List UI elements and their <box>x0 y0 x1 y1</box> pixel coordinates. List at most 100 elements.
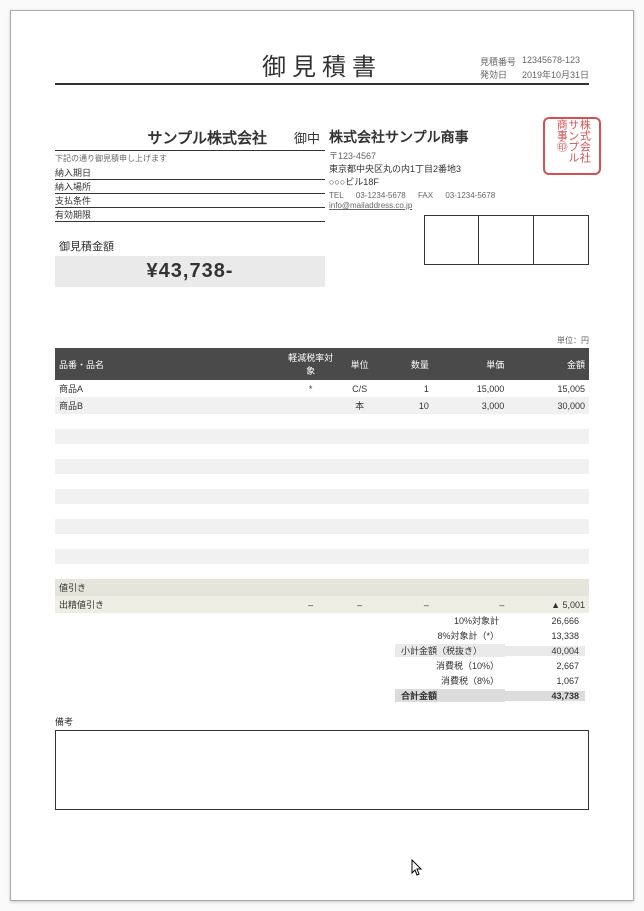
cell-name <box>55 444 281 459</box>
summary-row: 小計金額（税抜き）40,004 <box>55 643 589 658</box>
cell-tax <box>281 534 340 549</box>
stamp-box <box>479 215 534 265</box>
table-row: 商品B本103,00030,000 <box>55 397 589 414</box>
cell-unit <box>340 519 379 534</box>
table-row <box>55 504 589 519</box>
cell-name <box>55 564 281 579</box>
cell-qty <box>379 579 433 596</box>
total-block: 御見積金額 ¥43,738- <box>55 236 325 287</box>
cell-amount <box>508 489 589 504</box>
cell-price <box>433 474 508 489</box>
table-row <box>55 444 589 459</box>
cell-tax: * <box>281 380 340 397</box>
cell-qty: 1 <box>379 380 433 397</box>
table-row <box>55 474 589 489</box>
cell-price: 15,000 <box>433 380 508 397</box>
summary-value: 26,666 <box>505 616 585 626</box>
cell-tax <box>281 504 340 519</box>
cell-price <box>433 534 508 549</box>
parties: サンプル株式会社 御中 下記の通り御見積申し上げます 納入期日 納入場所 支払条… <box>55 127 589 293</box>
cell-price <box>433 504 508 519</box>
doc-meta: 見積番号12345678-123 発効日2019年10月31日 <box>480 55 589 81</box>
cell-price <box>433 519 508 534</box>
total-amount-row: ¥43,738- <box>55 256 325 287</box>
cell-unit <box>340 444 379 459</box>
cell-unit <box>340 459 379 474</box>
table-row <box>55 549 589 564</box>
cell-qty <box>379 414 433 429</box>
cell-unit <box>340 474 379 489</box>
shipping-row: 出精値引き––––▲ 5,001 <box>55 596 589 613</box>
table-row <box>55 534 589 549</box>
cell-unit <box>340 489 379 504</box>
issuer-block: 株式会社サンプル商事 〒123-4567 東京都中央区丸の内1丁目2番地3 ○○… <box>329 127 589 293</box>
cell-qty <box>379 564 433 579</box>
cell-tax <box>281 549 340 564</box>
cell-tax <box>281 519 340 534</box>
cell-amount <box>508 534 589 549</box>
cell-price <box>433 459 508 474</box>
notes-box <box>55 730 589 810</box>
cell-tax <box>281 397 340 414</box>
cell-tax <box>281 579 340 596</box>
summary-key: 合計金額 <box>395 689 505 702</box>
cell-tax <box>281 414 340 429</box>
cell-tax <box>281 444 340 459</box>
fax: 03-1234-5678 <box>445 191 495 200</box>
cell-price <box>433 489 508 504</box>
summary-key: 消費税（10%） <box>395 659 505 672</box>
table-row <box>55 489 589 504</box>
cell-unit <box>340 564 379 579</box>
issuer-email: info@mailaddress.co.jp <box>329 201 589 210</box>
summary-row: 8%対象計（*）13,338 <box>55 628 589 643</box>
cell-price: – <box>433 596 508 613</box>
cell-price <box>433 429 508 444</box>
doc-date: 2019年10月31日 <box>522 68 589 81</box>
cell-tax: – <box>281 596 340 613</box>
approval-stamp-boxes <box>424 215 589 265</box>
cell-tax <box>281 429 340 444</box>
client-honorific: 御中 <box>289 128 325 147</box>
cell-name <box>55 459 281 474</box>
term-payment: 支払条件 <box>55 194 325 208</box>
summary-key: 消費税（8%） <box>395 674 505 687</box>
cell-qty <box>379 489 433 504</box>
issuer-addr2: ○○○ビル18F <box>329 175 589 188</box>
summary-value: 40,004 <box>505 646 585 656</box>
cell-name <box>55 429 281 444</box>
cell-unit <box>340 534 379 549</box>
cell-name: 出精値引き <box>55 596 281 613</box>
cell-name <box>55 519 281 534</box>
fax-label: FAX <box>418 191 433 200</box>
doc-number-label: 見積番号 <box>480 55 522 68</box>
issuer-contacts: TEL 03-1234-5678 FAX 03-1234-5678 <box>329 191 589 200</box>
term-validity: 有効期限 <box>55 208 325 222</box>
cell-qty <box>379 429 433 444</box>
cursor-icon <box>411 859 425 880</box>
stamp-box <box>424 215 479 265</box>
discount-row: 値引き <box>55 579 589 596</box>
total-amount: ¥43,738- <box>147 260 234 282</box>
summary-value: 43,738 <box>505 691 585 701</box>
cell-unit <box>340 579 379 596</box>
cell-amount <box>508 504 589 519</box>
cell-qty <box>379 519 433 534</box>
cell-amount <box>508 459 589 474</box>
table-row <box>55 564 589 579</box>
cell-amount <box>508 429 589 444</box>
tel: 03-1234-5678 <box>356 191 406 200</box>
doc-number: 12345678-123 <box>522 55 580 68</box>
cell-amount: 30,000 <box>508 397 589 414</box>
table-row: 商品A*C/S115,00015,005 <box>55 380 589 397</box>
company-seal-icon: 株式会社 サンプル 商事㊞ <box>543 117 601 175</box>
cell-amount <box>508 414 589 429</box>
cell-name <box>55 474 281 489</box>
total-label: 御見積金額 <box>55 236 325 256</box>
summary-row: 合計金額43,738 <box>55 688 589 703</box>
cell-amount <box>508 474 589 489</box>
col-unit: 単位 <box>340 348 379 380</box>
cell-price <box>433 549 508 564</box>
cell-price <box>433 444 508 459</box>
cell-name <box>55 489 281 504</box>
table-row <box>55 519 589 534</box>
